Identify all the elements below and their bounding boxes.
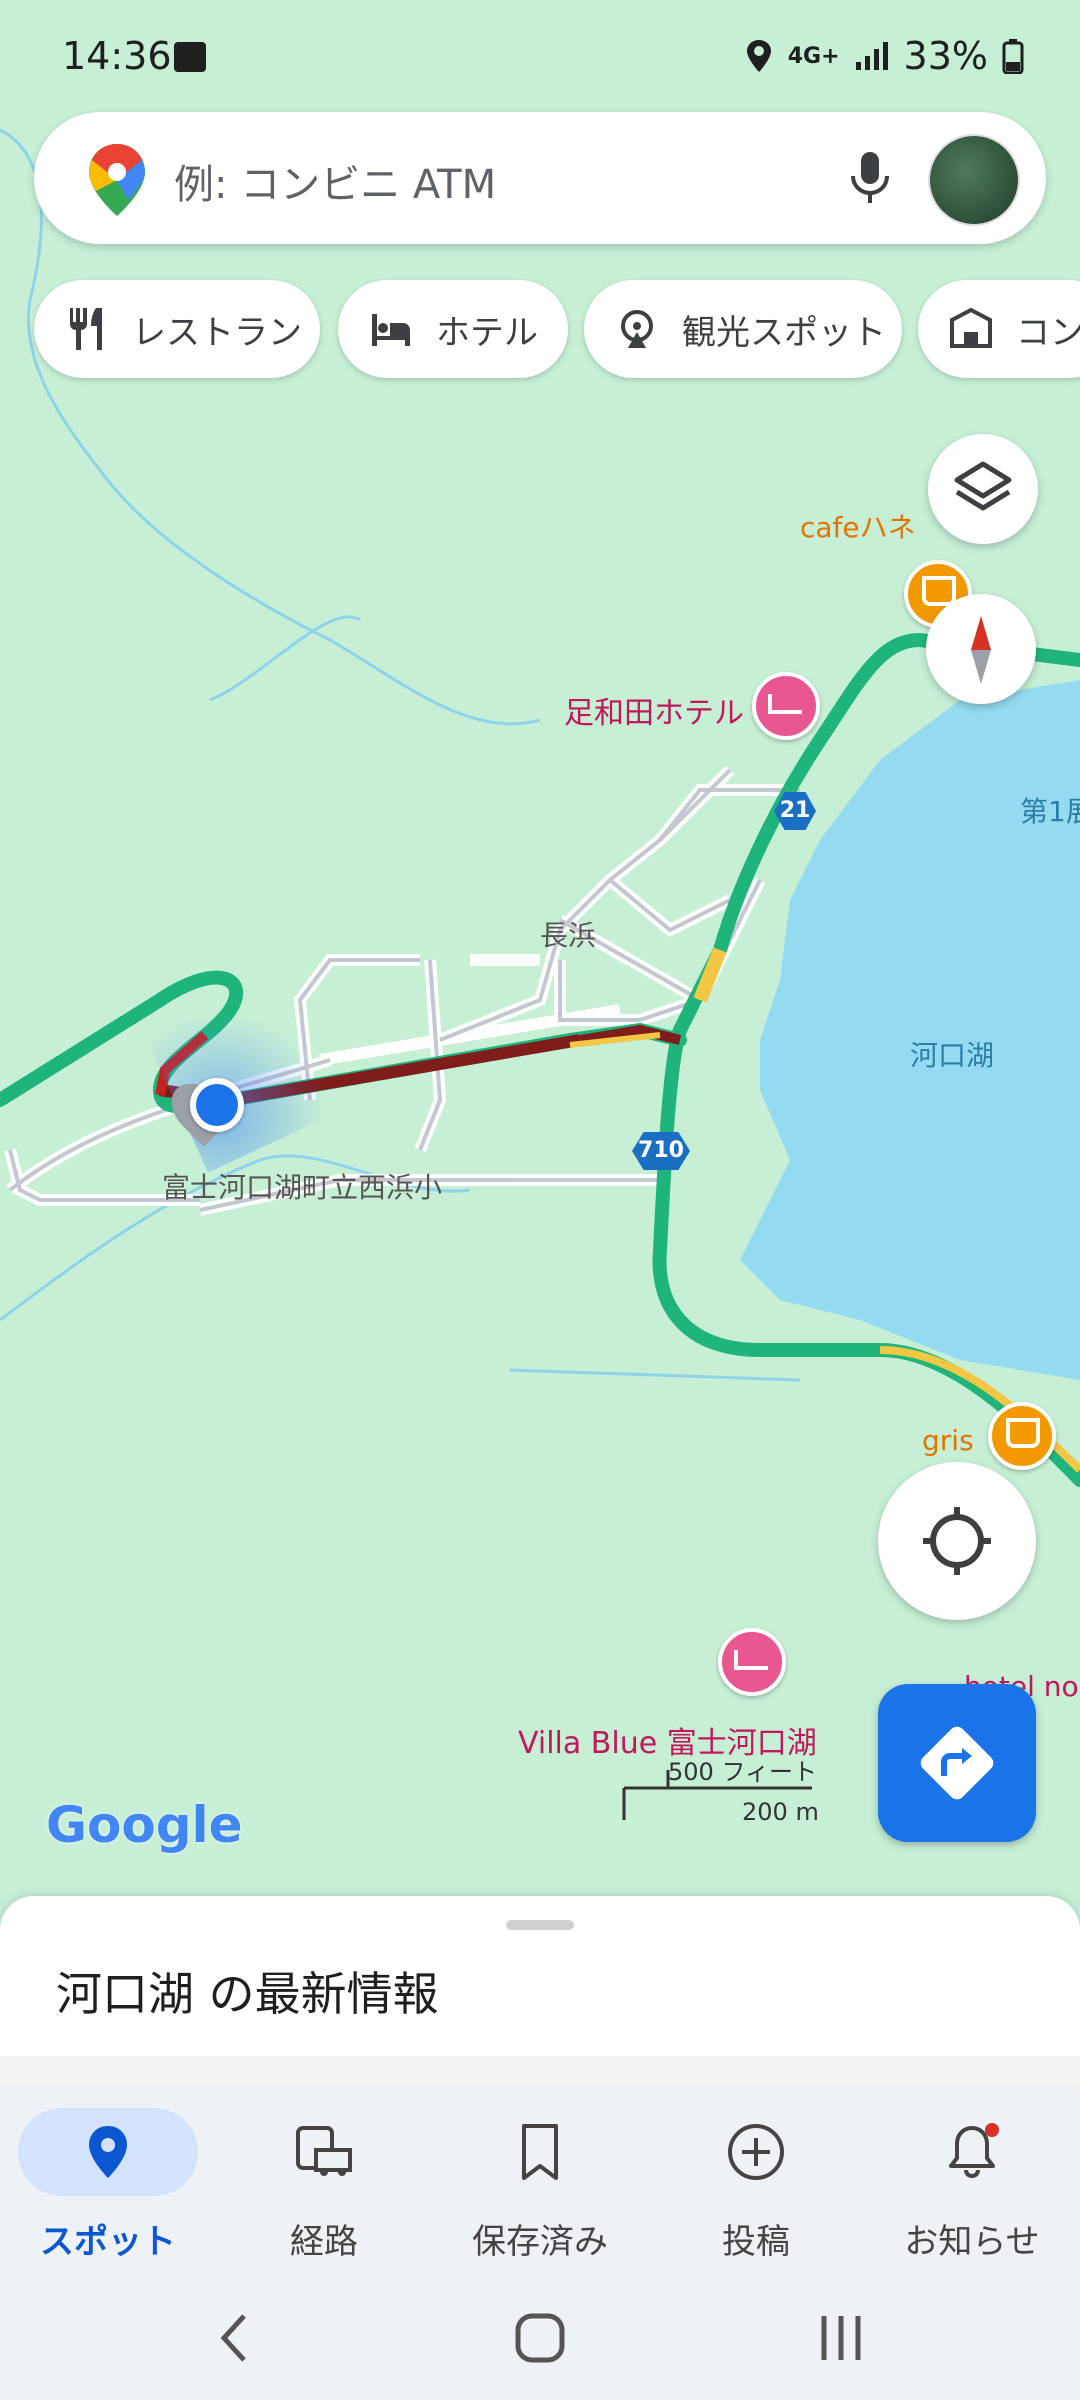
chip-hotel-label: ホテル bbox=[436, 312, 538, 353]
compass-button[interactable] bbox=[926, 594, 1036, 704]
google-attribution: Google bbox=[46, 1796, 243, 1854]
route-710-shield: 710 bbox=[632, 1132, 690, 1170]
layers-button[interactable] bbox=[928, 434, 1038, 544]
account-avatar[interactable] bbox=[928, 134, 1020, 226]
nagahama-label: 長浜 bbox=[540, 919, 597, 952]
chip-attraction[interactable]: 観光スポット bbox=[584, 280, 902, 378]
cafe-label[interactable]: cafeハネ bbox=[800, 506, 916, 546]
nav-go[interactable]: 経路 bbox=[216, 2098, 432, 2268]
home-icon[interactable] bbox=[510, 2310, 570, 2366]
crosshair-icon bbox=[923, 1507, 991, 1575]
bookmark-icon bbox=[522, 2124, 558, 2180]
back-icon[interactable] bbox=[210, 2308, 260, 2368]
bottom-sheet[interactable]: 河口湖 の最新情報 bbox=[0, 1896, 1080, 2056]
pin-icon bbox=[89, 2126, 127, 2178]
my-location-dot bbox=[190, 1078, 244, 1132]
nav-saved-label: 保存済み bbox=[472, 2222, 608, 2262]
car-bus-icon bbox=[296, 2126, 352, 2176]
system-navigation bbox=[0, 2276, 1080, 2400]
nav-saved[interactable]: 保存済み bbox=[432, 2098, 648, 2268]
scale-meters: 200 m bbox=[742, 1798, 819, 1826]
gris-label[interactable]: gris bbox=[922, 1424, 974, 1457]
bottom-navigation: スポット 経路 保存済み 投稿 お知らせ bbox=[0, 2086, 1080, 2276]
school-label[interactable]: 富士河口湖町立西浜小 bbox=[162, 1166, 442, 1206]
add-circle-icon bbox=[728, 2124, 784, 2180]
nav-contribute-label: 投稿 bbox=[722, 2222, 790, 2262]
chip-restaurant-label: レストラン bbox=[132, 312, 302, 353]
nav-go-label: 経路 bbox=[290, 2222, 358, 2262]
directions-icon bbox=[920, 1726, 994, 1800]
sheet-divider bbox=[0, 2056, 1080, 2086]
recents-icon[interactable] bbox=[816, 2310, 866, 2366]
search-bar[interactable]: 例: コンビニ ATM bbox=[34, 112, 1046, 244]
chip-hotel[interactable]: ホテル bbox=[338, 280, 568, 378]
chip-store-label: コンビ bbox=[1016, 312, 1080, 353]
chip-restaurant[interactable]: レストラン bbox=[34, 280, 320, 378]
nav-contribute[interactable]: 投稿 bbox=[648, 2098, 864, 2268]
ashiwada-hotel-label[interactable]: 足和田ホテル bbox=[564, 688, 744, 732]
chip-store[interactable]: コンビ bbox=[918, 280, 1080, 378]
ashiwada-hotel-pin[interactable] bbox=[752, 672, 820, 740]
sheet-drag-handle[interactable] bbox=[506, 1920, 574, 1930]
bell-icon bbox=[949, 2123, 999, 2179]
sheet-title: 河口湖 の最新情報 bbox=[56, 1967, 439, 2021]
compass-icon bbox=[971, 616, 991, 684]
restaurant-icon bbox=[70, 308, 102, 350]
battery-percent: 33% bbox=[903, 34, 988, 78]
status-bar: 14:36 4G+ 33% bbox=[0, 0, 1080, 110]
network-type: 4G+ bbox=[787, 43, 840, 69]
microphone-icon[interactable] bbox=[842, 148, 898, 208]
location-icon bbox=[746, 40, 771, 72]
hotel-icon bbox=[372, 314, 410, 346]
battery-icon bbox=[1002, 39, 1024, 74]
daiichi-label: 第1展 bbox=[1020, 795, 1080, 828]
gris-pin[interactable] bbox=[988, 1402, 1056, 1470]
directions-button[interactable] bbox=[878, 1684, 1036, 1842]
lake-label[interactable]: 河口湖 bbox=[910, 1034, 994, 1074]
villa-blue-pin[interactable] bbox=[718, 1628, 786, 1696]
status-time: 14:36 bbox=[62, 34, 172, 78]
nav-explore[interactable]: スポット bbox=[0, 2098, 216, 2268]
signal-icon bbox=[855, 42, 888, 70]
my-location-button[interactable] bbox=[878, 1462, 1036, 1620]
store-icon bbox=[950, 307, 992, 348]
attraction-icon bbox=[621, 310, 653, 348]
gallery-icon bbox=[174, 42, 206, 72]
google-maps-logo-icon bbox=[89, 144, 145, 216]
search-placeholder[interactable]: 例: コンビニ ATM bbox=[174, 152, 496, 210]
nav-updates-label: お知らせ bbox=[904, 2222, 1040, 2262]
nav-updates[interactable]: お知らせ bbox=[864, 2098, 1080, 2268]
chip-attraction-label: 観光スポット bbox=[682, 312, 886, 353]
scale-feet: 500 フィート bbox=[668, 1758, 817, 1786]
layers-icon bbox=[954, 461, 1012, 511]
nav-explore-label: スポット bbox=[40, 2222, 176, 2262]
